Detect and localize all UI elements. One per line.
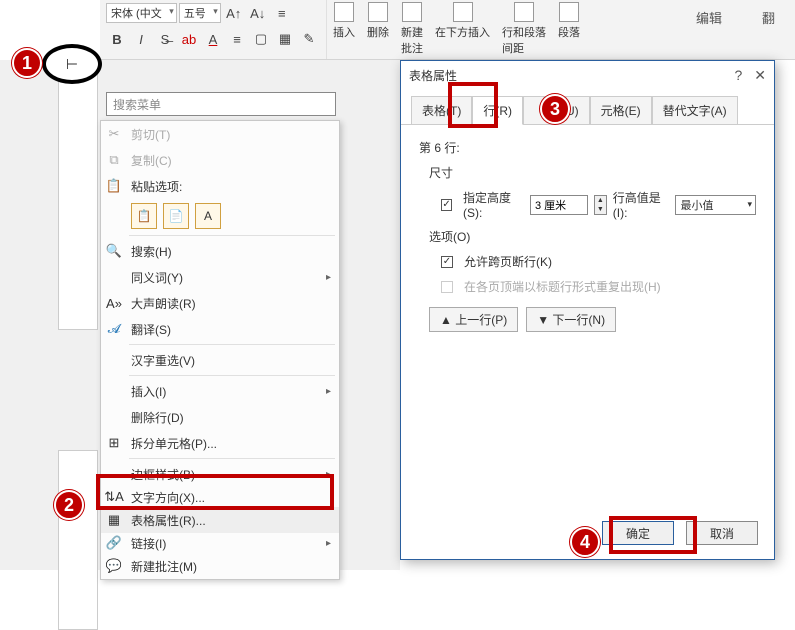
highlight-icon[interactable]: ab — [178, 28, 200, 50]
row-spacing-button[interactable]: 行和段落 间距 — [496, 0, 552, 59]
ribbon-tabs: 编辑 翻 — [696, 8, 775, 27]
italic-icon[interactable]: I — [130, 28, 152, 50]
context-menu: ✂剪切(T) ⧉复制(C) 📋粘贴选项: 📋 📄 A 🔍搜索(H) 同义词(Y)… — [100, 120, 340, 580]
new-comment-button[interactable]: 新建 批注 — [395, 0, 429, 59]
bold-icon[interactable]: B — [106, 28, 128, 50]
callout-2: 2 — [54, 490, 84, 520]
ctx-cut: ✂剪切(T) — [101, 121, 339, 147]
ctx-copy: ⧉复制(C) — [101, 147, 339, 173]
cut-icon: ✂ — [105, 125, 123, 143]
paste-option-2[interactable]: 📄 — [163, 203, 189, 229]
ctx-translate[interactable]: 𝓐翻译(S) — [101, 316, 339, 342]
row-height-mode-select[interactable]: 最小值 — [675, 195, 756, 215]
insert-below-button[interactable]: 在下方插入 — [429, 0, 496, 59]
paragraph-button[interactable]: 段落 — [552, 0, 586, 59]
text-direction-icon: ⇅A — [105, 488, 123, 506]
ctx-table-properties[interactable]: ▦表格属性(R)... — [101, 507, 339, 533]
repeat-header-checkbox — [441, 281, 453, 293]
insert-button[interactable]: 插入 — [327, 0, 361, 59]
page — [58, 60, 98, 330]
paragraph-icon — [559, 2, 579, 22]
strike-icon[interactable]: S̶ — [154, 28, 176, 50]
insert-below-icon — [453, 2, 473, 22]
ctx-insert[interactable]: 插入(I)▸ — [101, 378, 339, 404]
format-painter-icon[interactable]: ✎ — [298, 28, 320, 50]
border-icon[interactable]: ▦ — [274, 28, 296, 50]
list-icon[interactable]: ≡ — [271, 2, 293, 24]
ctx-search[interactable]: 🔍搜索(H) — [101, 238, 339, 264]
increase-font-icon[interactable]: A↑ — [223, 2, 245, 24]
allow-break-label: 允许跨页断行(K) — [464, 253, 552, 270]
repeat-header-label: 在各页顶端以标题行形式重复出现(H) — [464, 278, 661, 295]
tab-alt-text[interactable]: 替代文字(A) — [652, 96, 738, 125]
specify-height-label: 指定高度(S): — [463, 189, 524, 220]
dialog-title: 表格属性 — [409, 67, 457, 84]
help-icon[interactable]: ? — [734, 67, 742, 84]
comment-icon: 💬 — [105, 557, 123, 575]
copy-icon: ⧉ — [105, 151, 123, 169]
ribbon: 宋体 (中文 五号 A↑ A↓ ≡ B I S̶ ab A ≡ ▢ ▦ ✎ 插入… — [100, 0, 795, 60]
row-spacing-icon — [514, 2, 534, 22]
ctx-split-cell[interactable]: ⊞拆分单元格(P)... — [101, 430, 339, 456]
cancel-button[interactable]: 取消 — [686, 521, 758, 545]
ctx-delete-row[interactable]: 删除行(D) — [101, 404, 339, 430]
ctx-paste-header: 📋粘贴选项: — [101, 173, 339, 199]
insert-icon — [334, 2, 354, 22]
align-icon[interactable]: ≡ — [226, 28, 248, 50]
tab-row[interactable]: 行(R) — [472, 96, 523, 125]
split-cell-icon: ⊞ — [105, 434, 123, 452]
decrease-font-icon[interactable]: A↓ — [247, 2, 269, 24]
height-input[interactable] — [530, 195, 588, 215]
new-comment-icon — [402, 2, 422, 22]
font-name-dropdown[interactable]: 宋体 (中文 — [106, 3, 177, 23]
ctx-border-style[interactable]: 边框样式(B)▸ — [101, 461, 339, 487]
table-props-icon: ▦ — [105, 511, 123, 529]
callout-3: 3 — [540, 94, 570, 124]
prev-row-button[interactable]: ▲ 上一行(P) — [429, 307, 518, 332]
ctx-text-direction[interactable]: ⇅A文字方向(X)... — [101, 487, 339, 507]
shading-icon[interactable]: ▢ — [250, 28, 272, 50]
tab-cell[interactable]: 元格(E) — [590, 96, 652, 125]
tab-translate[interactable]: 翻 — [762, 8, 775, 27]
tab-edit[interactable]: 编辑 — [696, 8, 722, 27]
delete-icon — [368, 2, 388, 22]
link-icon: 🔗 — [105, 534, 123, 552]
options-label: 选项(O) — [429, 228, 756, 245]
next-row-button[interactable]: ▼ 下一行(N) — [526, 307, 616, 332]
font-color-icon[interactable]: A — [202, 28, 224, 50]
menu-search-input[interactable]: 搜索菜单 — [106, 92, 336, 116]
paste-option-1[interactable]: 📋 — [131, 203, 157, 229]
paste-options: 📋 📄 A — [101, 199, 339, 233]
ctx-new-comment[interactable]: 💬新建批注(M) — [101, 553, 339, 579]
tab-table[interactable]: 表格(T) — [411, 96, 472, 125]
row-info-label: 第 6 行: — [419, 139, 756, 156]
search-icon: 🔍 — [105, 242, 123, 260]
ctx-read-aloud[interactable]: A»大声朗读(R) — [101, 290, 339, 316]
ctx-link[interactable]: 🔗链接(I)▸ — [101, 533, 339, 553]
paste-option-3[interactable]: A — [195, 203, 221, 229]
translate-icon: 𝓐 — [105, 320, 123, 338]
dialog-title-bar: 表格属性 ? ✕ — [401, 61, 774, 89]
paste-icon: 📋 — [105, 177, 123, 195]
specify-height-checkbox[interactable]: ✓ — [441, 199, 452, 211]
close-icon[interactable]: ✕ — [754, 67, 766, 84]
table-properties-dialog: 表格属性 ? ✕ 表格(T) 行(R) 列(U) 元格(E) 替代文字(A) 第… — [400, 60, 775, 560]
row-height-is-label: 行高值是(I): — [613, 189, 670, 220]
font-size-dropdown[interactable]: 五号 — [179, 3, 221, 23]
allow-break-checkbox[interactable]: ✓ — [441, 256, 453, 268]
read-aloud-icon: A» — [105, 294, 123, 312]
page — [58, 450, 98, 630]
delete-button[interactable]: 删除 — [361, 0, 395, 59]
size-label: 尺寸 — [429, 164, 756, 181]
ok-button[interactable]: 确定 — [602, 521, 674, 545]
callout-4: 4 — [570, 527, 600, 557]
ctx-synonym[interactable]: 同义词(Y)▸ — [101, 264, 339, 290]
callout-1: 1 — [12, 48, 42, 78]
height-spinner[interactable]: ▲▼ — [594, 195, 607, 215]
ctx-hanzi[interactable]: 汉字重选(V) — [101, 347, 339, 373]
dialog-tabs: 表格(T) 行(R) 列(U) 元格(E) 替代文字(A) — [401, 89, 774, 125]
cursor-highlight: ⊢ — [42, 44, 102, 84]
